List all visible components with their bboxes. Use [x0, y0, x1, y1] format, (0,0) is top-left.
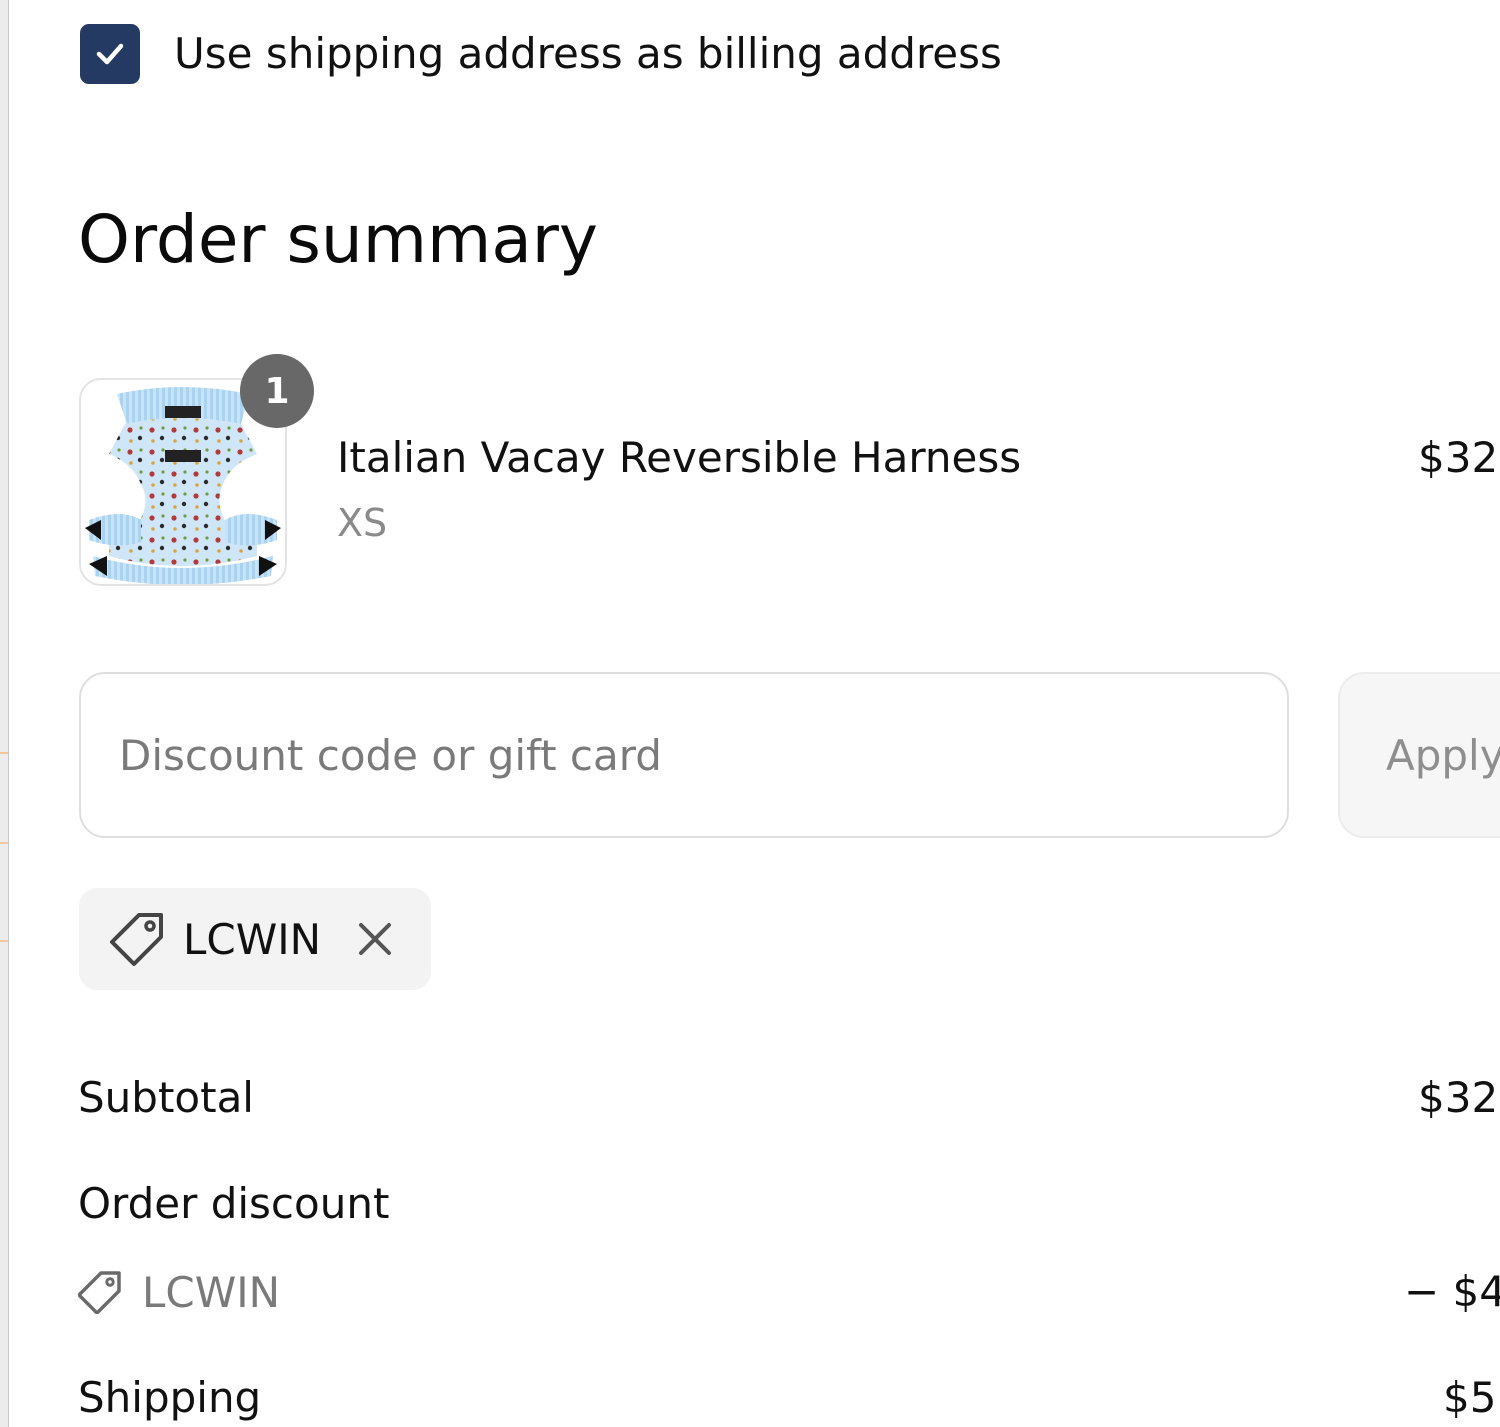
tag-icon	[78, 1271, 121, 1314]
panel-divider	[0, 0, 9, 1427]
divider-tick	[0, 842, 8, 844]
order-discount-code-row: LCWIN	[78, 1264, 280, 1320]
order-discount-code: LCWIN	[142, 1267, 281, 1317]
close-icon	[359, 923, 392, 955]
divider-tick	[0, 940, 8, 942]
checkout-order-summary-panel: Use shipping address as billing address …	[0, 0, 1500, 1427]
subtotal-label: Subtotal	[78, 1073, 254, 1122]
billing-address-option[interactable]: Use shipping address as billing address	[80, 24, 1002, 84]
subtotal-value: $32.	[1418, 1073, 1500, 1122]
applied-discount-code: LCWIN	[183, 914, 322, 964]
shipping-value: $5.	[1443, 1373, 1500, 1422]
order-discount-label: Order discount	[78, 1179, 390, 1228]
order-discount-value: − $4.	[1404, 1267, 1500, 1316]
applied-discount-chip: LCWIN	[79, 888, 431, 990]
checkmark-icon	[96, 43, 124, 65]
product-variant: XS	[337, 501, 388, 545]
quantity-badge: 1	[240, 354, 314, 428]
billing-checkbox-label[interactable]: Use shipping address as billing address	[174, 24, 1002, 84]
remove-discount-button[interactable]	[355, 919, 395, 959]
divider-tick	[0, 752, 8, 754]
billing-checkbox[interactable]	[80, 24, 140, 84]
product-name: Italian Vacay Reversible Harness	[337, 433, 1022, 482]
tag-icon	[110, 913, 163, 966]
shipping-label: Shipping	[78, 1373, 262, 1422]
discount-code-input[interactable]	[79, 672, 1289, 838]
product-price: $32.	[1418, 433, 1500, 482]
order-summary-title: Order summary	[78, 201, 598, 278]
apply-discount-button[interactable]: Apply	[1338, 672, 1500, 838]
